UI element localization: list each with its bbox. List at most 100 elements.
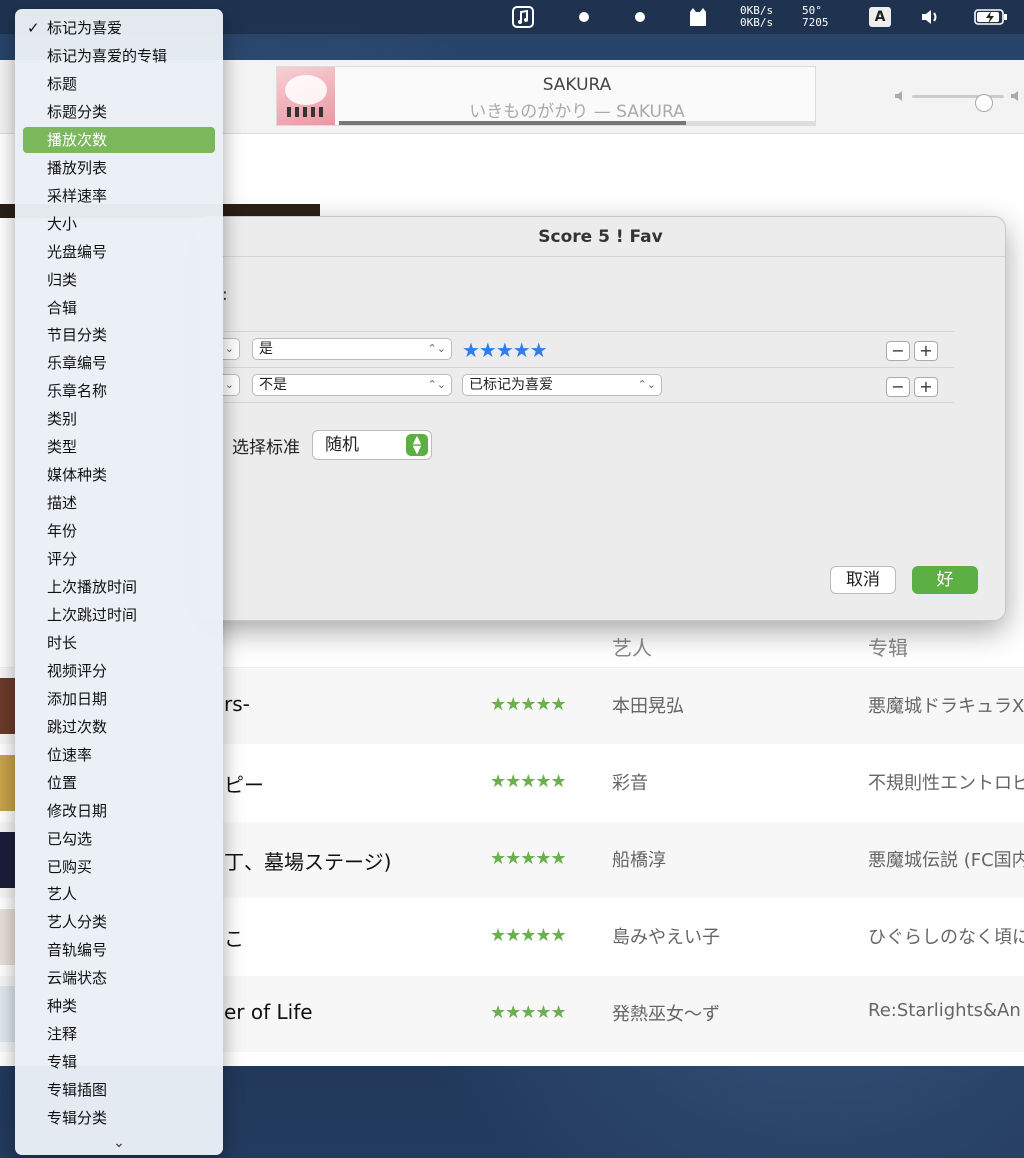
smart-playlist-dialog: Score 5 ! Fav : ⌃⌄ 是 ⌃⌄ ★★★★★ − + ⌃⌄ 不是 ⌃⌄…	[195, 216, 1006, 621]
menu-item-label: 年份	[47, 522, 78, 541]
menu-item[interactable]: 标题	[23, 71, 215, 97]
menu-item[interactable]: 乐章名称	[23, 378, 215, 404]
scroll-down-arrow-icon[interactable]: ⌄	[15, 1135, 223, 1151]
popup-arrow-icon: ▲ ▼	[406, 434, 428, 456]
menu-item[interactable]: 上次播放时间	[23, 574, 215, 600]
net-down-text: 0KB/s	[740, 16, 774, 29]
menu-item[interactable]: 专辑插图	[23, 1077, 215, 1103]
menu-item[interactable]: 合辑	[23, 295, 215, 321]
select-by-popup[interactable]: 随机 ▲ ▼	[312, 430, 432, 460]
menu-item[interactable]: 专辑	[23, 1049, 215, 1075]
menu-item-label: 已购买	[47, 857, 93, 876]
menu-item-label: 修改日期	[47, 801, 108, 820]
menu-item[interactable]: 标题分类	[23, 99, 215, 125]
menu-item[interactable]: 修改日期	[23, 798, 215, 824]
song-artist: 本田晃弘	[612, 696, 684, 717]
song-artist: 彩音	[612, 773, 648, 794]
menu-item[interactable]: 视频评分	[23, 658, 215, 684]
song-artist: 島みやえい子	[612, 927, 720, 948]
dot-icon[interactable]	[576, 0, 592, 34]
music-note-icon[interactable]	[510, 0, 536, 34]
input-method[interactable]: A	[868, 0, 892, 34]
system-stats[interactable]: 50° 7205	[802, 0, 842, 34]
menu-item[interactable]: 光盘编号	[23, 239, 215, 265]
song-rating-stars[interactable]: ★★★★★	[490, 848, 567, 869]
song-album: ひぐらしのなく頃に	[868, 927, 1024, 948]
menu-item[interactable]: 乐章编号	[23, 350, 215, 376]
volume-low-icon	[895, 91, 902, 101]
song-rating-stars[interactable]: ★★★★★	[490, 925, 567, 946]
column-header-artist[interactable]: 艺人	[612, 632, 652, 661]
menu-item-label: 类型	[47, 438, 78, 457]
menu-item[interactable]: 艺人分类	[23, 909, 215, 935]
menu-item[interactable]: 艺人	[23, 881, 215, 907]
menu-item-label: 视频评分	[47, 661, 108, 680]
volume-icon[interactable]	[918, 0, 942, 34]
network-speed[interactable]: 0KB/s 0KB/s	[740, 0, 784, 34]
menu-item-label: 艺人	[47, 885, 78, 904]
column-header-album[interactable]: 专辑	[868, 632, 908, 661]
album-artwork[interactable]	[277, 67, 335, 125]
menu-item[interactable]: 专辑分类	[23, 1105, 215, 1131]
volume-knob[interactable]	[974, 94, 993, 112]
remove-rule-button[interactable]: −	[886, 341, 910, 361]
progress-bar[interactable]	[339, 121, 815, 125]
song-rating-stars[interactable]: ★★★★★	[490, 771, 567, 792]
menu-item[interactable]: 位速率	[23, 742, 215, 768]
cat-icon[interactable]	[686, 0, 710, 34]
menu-item[interactable]: 已购买	[23, 854, 215, 880]
menu-item-label: 播放列表	[47, 158, 108, 177]
input-method-label: A	[869, 7, 891, 27]
menu-item[interactable]: 归类	[23, 267, 215, 293]
checkmark-icon: ✓	[27, 19, 40, 37]
operator-popup[interactable]: 是 ⌃⌄	[252, 338, 452, 360]
song-name: ピー	[224, 773, 264, 797]
menu-item[interactable]: 标记为喜爱的专辑	[23, 43, 215, 69]
menu-item[interactable]: 已勾选	[23, 826, 215, 852]
remove-rule-button[interactable]: −	[886, 377, 910, 397]
add-rule-button[interactable]: +	[914, 341, 938, 361]
volume-slider[interactable]	[890, 88, 1024, 112]
row-artwork	[0, 678, 15, 734]
menu-item-label: 时长	[47, 633, 78, 652]
menu-item[interactable]: 位置	[23, 770, 215, 796]
menu-item[interactable]: 时长	[23, 630, 215, 656]
volume-track[interactable]	[912, 94, 1004, 112]
menu-item[interactable]: 评分	[23, 546, 215, 572]
menu-item[interactable]: 注释	[23, 1021, 215, 1047]
now-playing-display[interactable]: SAKURA いきものがかり — SAKURA	[276, 66, 816, 126]
menu-item[interactable]: 采样速率	[23, 183, 215, 209]
menu-item[interactable]: 类别	[23, 406, 215, 432]
menu-item[interactable]: 云端状态	[23, 965, 215, 991]
operator-value: 不是	[259, 377, 287, 393]
menu-item[interactable]: 播放列表	[23, 155, 215, 181]
menu-item[interactable]: ✓ 标记为喜爱	[23, 15, 215, 41]
menu-item[interactable]: 大小	[23, 211, 215, 237]
menu-item[interactable]: 年份	[23, 518, 215, 544]
progress-fill	[339, 121, 687, 125]
menu-item-label: 位置	[47, 773, 78, 792]
song-rating-stars[interactable]: ★★★★★	[490, 694, 567, 715]
menu-item[interactable]: 音轨编号	[23, 937, 215, 963]
ok-button[interactable]: 好	[912, 566, 978, 594]
menu-item[interactable]: 上次跳过时间	[23, 602, 215, 628]
menu-item[interactable]: 跳过次数	[23, 714, 215, 740]
value-popup[interactable]: 已标记为喜爱 ⌃⌄	[462, 374, 662, 396]
menu-item[interactable]: 种类	[23, 993, 215, 1019]
select-by-label: 选择标准	[232, 438, 300, 458]
song-album: 悪魔城伝説 (FC国内	[868, 850, 1024, 871]
menu-item[interactable]: 添加日期	[23, 686, 215, 712]
rating-stars[interactable]: ★★★★★	[462, 338, 548, 362]
menu-item-label: 采样速率	[47, 186, 108, 205]
menu-item[interactable]: 描述	[23, 490, 215, 516]
dot-icon[interactable]	[632, 0, 648, 34]
menu-item[interactable]: 节目分类	[23, 322, 215, 348]
operator-popup[interactable]: 不是 ⌃⌄	[252, 374, 452, 396]
menu-item[interactable]: 播放次数	[23, 126, 215, 153]
battery-icon[interactable]	[972, 0, 1010, 34]
menu-item[interactable]: 类型	[23, 434, 215, 460]
add-rule-button[interactable]: +	[914, 377, 938, 397]
cancel-button[interactable]: 取消	[830, 566, 896, 594]
menu-item[interactable]: 媒体种类	[23, 462, 215, 488]
song-rating-stars[interactable]: ★★★★★	[490, 1002, 567, 1023]
